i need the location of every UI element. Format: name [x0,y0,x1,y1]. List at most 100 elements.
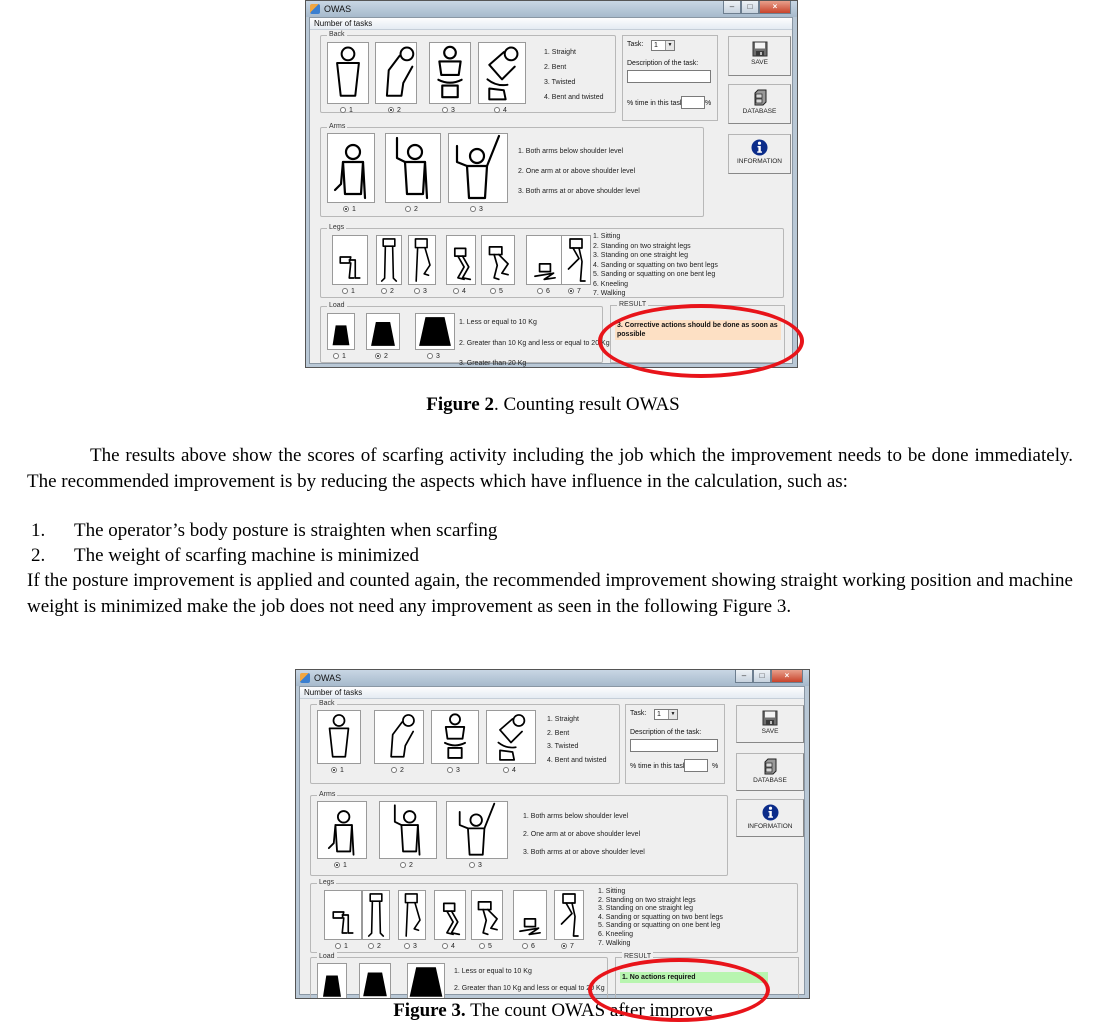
legs-picture-4[interactable] [446,235,476,285]
legs-picture-3[interactable] [398,890,426,940]
load-picture-2[interactable] [359,963,391,998]
back-picture-3[interactable] [429,42,471,104]
chevron-down-icon[interactable]: ▼ [668,710,677,719]
legs-picture-3[interactable] [408,235,436,285]
legs-picture-1[interactable] [332,235,368,285]
database-button[interactable]: DATABASE [728,84,791,124]
legs-radio-4[interactable]: 4 [453,288,466,296]
back-radio-2[interactable]: 2 [388,107,401,115]
back-radio-1[interactable]: 1 [340,107,353,115]
posture-drawing [519,918,541,936]
legs-radio-2[interactable]: 2 [381,288,394,296]
arms-radio-2[interactable]: 2 [400,862,413,870]
posture-drawing [332,911,354,934]
legs-picture-7[interactable] [561,235,591,285]
legs-picture-4[interactable] [434,890,466,940]
load-radio-1[interactable]: 1 [333,353,346,361]
back-picture-4[interactable] [486,710,536,764]
radio-circle [391,767,397,773]
back-picture-1[interactable] [317,710,361,764]
arms-picture-2[interactable] [379,801,437,859]
legs-option-2: 2. Standing on two straight legs [593,242,691,250]
load-picture-3[interactable] [415,313,455,350]
legs-radio-6[interactable]: 6 [522,943,535,951]
maximize-button[interactable]: □ [741,1,759,14]
legs-radio-4[interactable]: 4 [442,943,455,951]
legs-picture-5[interactable] [481,235,515,285]
arms-radio-3[interactable]: 3 [469,862,482,870]
menu-number-of-tasks[interactable]: Number of tasks [300,687,804,699]
minimize-button[interactable]: – [723,1,741,14]
legs-picture-2[interactable] [362,890,390,940]
arms-radio-2[interactable]: 2 [405,206,418,214]
legs-radio-7[interactable]: 7 [568,288,581,296]
back-picture-3[interactable] [431,710,479,764]
load-picture-3[interactable] [407,963,445,998]
description-input[interactable] [630,739,718,752]
information-button-label: INFORMATION [747,823,793,830]
arms-picture-3[interactable] [448,133,508,203]
back-radio-4[interactable]: 4 [494,107,507,115]
back-option-1: 1. Straight [547,716,579,723]
time-percent-input[interactable] [684,759,708,772]
legs-picture-5[interactable] [471,890,503,940]
back-radio-3[interactable]: 3 [447,767,460,775]
legs-radio-1[interactable]: 1 [335,943,348,951]
arms-radio-3[interactable]: 3 [470,206,483,214]
description-input[interactable] [627,70,711,83]
database-button[interactable]: DATABASE [736,753,804,791]
legs-picture-6[interactable] [526,235,564,285]
load-picture-1[interactable] [317,963,347,998]
load-picture-1[interactable] [327,313,355,350]
radio-circle [405,206,411,212]
back-picture-2[interactable] [374,710,424,764]
save-button[interactable]: SAVE [736,705,804,743]
arms-picture-1[interactable] [317,801,367,859]
menu-number-of-tasks[interactable]: Number of tasks [310,18,792,30]
legs-radio-7[interactable]: 7 [561,943,574,951]
legs-radio-1[interactable]: 1 [342,288,355,296]
time-percent-input[interactable] [681,96,705,109]
legs-radio-3[interactable]: 3 [414,288,427,296]
maximize-button[interactable]: □ [753,670,771,683]
legs-picture-7[interactable] [554,890,584,940]
arms-picture-1[interactable] [327,133,375,203]
information-button[interactable]: INFORMATION [728,134,791,174]
legs-picture-6[interactable] [513,890,547,940]
minimize-button[interactable]: – [735,670,753,683]
legs-picture-1[interactable] [324,890,362,940]
back-picture-2[interactable] [375,42,417,104]
save-button-label: SAVE [761,728,779,735]
arms-radio-1[interactable]: 1 [343,206,356,214]
task-select[interactable]: 1 ▼ [651,40,675,51]
legs-radio-2[interactable]: 2 [368,943,381,951]
task-select[interactable]: 1 ▼ [654,709,678,720]
legs-picture-2[interactable] [376,235,402,285]
back-radio-3[interactable]: 3 [442,107,455,115]
back-radio-4[interactable]: 4 [503,767,516,775]
information-button[interactable]: INFORMATION [736,799,804,837]
legs-radio-5[interactable]: 5 [490,288,503,296]
posture-drawing [437,45,463,99]
legs-radio-5[interactable]: 5 [479,943,492,951]
legs-radio-6[interactable]: 6 [537,288,550,296]
load-radio-3[interactable]: 3 [427,353,440,361]
description-label: Description of the task: [630,729,702,736]
arms-picture-2[interactable] [385,133,441,203]
radio-circle [331,767,337,773]
back-radio-1[interactable]: 1 [331,767,344,775]
save-button[interactable]: SAVE [728,36,791,76]
file-cabinet-icon [729,89,790,106]
close-button[interactable]: × [759,1,791,14]
posture-drawing [385,46,415,97]
close-button[interactable]: × [771,670,803,683]
arms-picture-3[interactable] [446,801,508,859]
back-radio-2[interactable]: 2 [391,767,404,775]
back-picture-4[interactable] [478,42,526,104]
back-picture-1[interactable] [327,42,369,104]
arms-radio-1[interactable]: 1 [334,862,347,870]
legs-radio-3[interactable]: 3 [404,943,417,951]
chevron-down-icon[interactable]: ▼ [665,41,674,50]
load-picture-2[interactable] [366,313,400,350]
load-radio-2[interactable]: 2 [375,353,388,361]
